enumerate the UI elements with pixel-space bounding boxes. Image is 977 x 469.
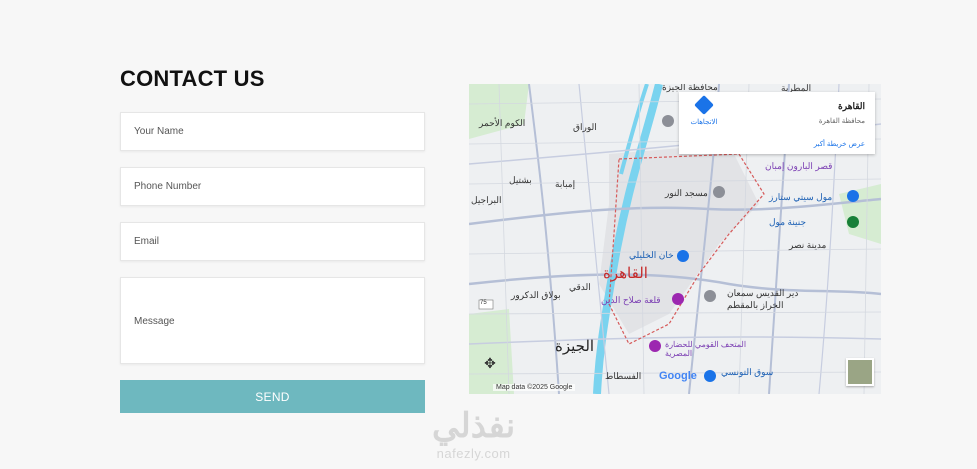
map-label-warraq: الوراق [573,122,597,132]
watermark: نفذلي nafezly.com [432,408,515,461]
watermark-arabic: نفذلي [432,407,516,445]
map-label-citadel: قلعة صلاح الدين [601,295,661,305]
map-label-dokki: الدقي [569,282,591,292]
map-info-card: الاتجاهات القاهرة محافظة القاهرة عرض خري… [679,92,875,154]
watermark-latin: nafezly.com [436,446,511,461]
send-button[interactable]: SEND [120,380,425,413]
email-input[interactable] [121,223,424,260]
satellite-toggle[interactable] [846,358,874,386]
map-label-baron-palace: قصر البارون إمبان [765,161,833,171]
message-textarea[interactable] [121,278,424,363]
map-label-bashtil: بشتيل [509,175,532,185]
message-field-wrapper [120,277,425,364]
name-field-wrapper [120,112,425,151]
map-label-khan-khalili: خان الخليلي [629,250,674,260]
map-attribution: Map data ©2025 Google [493,384,576,391]
map-label-souq: سوق التونسي [721,367,774,377]
map-city-label: القاهرة [603,265,648,282]
directions-button[interactable]: الاتجاهات [689,95,719,126]
larger-map-link[interactable]: عرض خريطة أكبر [814,140,865,148]
map-label-genena-mall: جنينة مول [769,217,807,227]
email-field-wrapper [120,222,425,261]
route-badge: 75 [480,300,487,306]
map-label-saint-simon: دير القديس سمعان [727,288,799,298]
map-label-kom-ahmar: الكوم الأحمر [479,118,526,128]
map-label-city-stars: مول سيتي ستارز [769,192,833,202]
map-label-nasr-city: مدينة نصر [789,240,827,250]
map-label-barajil: البراجيل [471,195,502,205]
map-label-imbaba: إمبابة [555,179,576,189]
directions-icon [694,95,714,115]
map-embed[interactable]: محافظة الجيزة المطرية الكوم الأحمر الورا… [469,84,881,394]
map-label-fustat: الفسطاط [605,371,642,381]
map-label-mokattam: الخراز بالمقطم [727,300,784,310]
contact-title: CONTACT US [120,66,265,91]
map-label-nour-mosque: مسجد النور [665,188,708,198]
fullscreen-icon[interactable]: ✥ [479,352,501,374]
directions-label: الاتجاهات [690,119,718,126]
map-giza-label: الجيزة [555,338,595,355]
name-input[interactable] [121,113,424,150]
phone-input[interactable] [121,168,424,205]
map-label-doctors: بولاق الدكرور [511,290,561,300]
phone-field-wrapper [120,167,425,206]
map-label-civ-museum: المتحف القومي للحضارة المصرية [665,340,747,358]
google-logo: Google [659,370,697,382]
map-card-title: القاهرة [838,101,865,111]
map-card-subtitle: محافظة القاهرة [818,118,865,125]
